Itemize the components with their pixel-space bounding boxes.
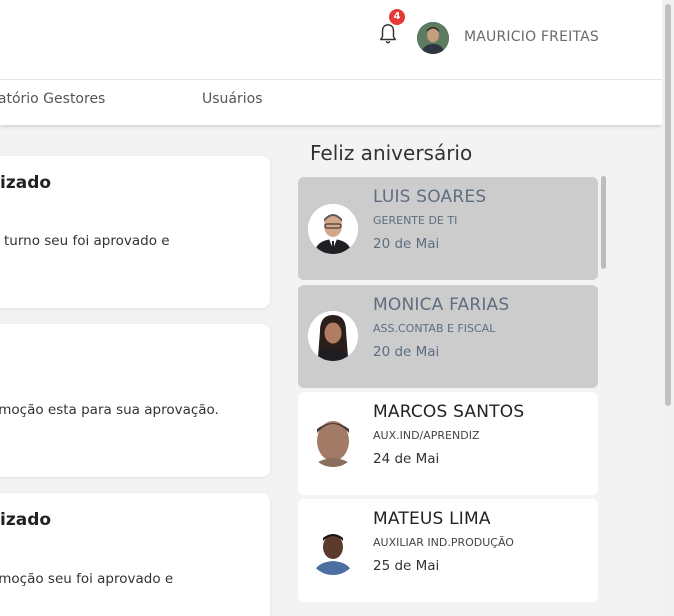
notification-text: omoção seu foi aprovado e: [0, 571, 174, 587]
birthday-card[interactable]: MARCOS SANTOS AUX.IND/APRENDIZ 24 de Mai: [298, 392, 598, 495]
person-role: AUX.IND/APRENDIZ: [373, 429, 480, 442]
nav-item-usuarios[interactable]: Usuários: [202, 91, 263, 107]
birthday-card[interactable]: LUIS SOARES GERENTE DE TI 20 de Mai: [298, 177, 598, 280]
birthday-date: 20 de Mai: [373, 344, 440, 360]
user-avatar[interactable]: [417, 22, 449, 54]
person-photo: [308, 525, 358, 575]
birthday-list-scrollbar[interactable]: [601, 176, 606, 269]
person-photo: [308, 311, 358, 361]
notification-badge: 4: [389, 9, 405, 25]
person-role: AUXILIAR IND.PRODUÇÃO: [373, 536, 514, 549]
notification-card[interactable]: izado turno seu foi aprovado e: [0, 156, 270, 308]
person-name: MATEUS LIMA: [373, 509, 491, 529]
person-photo: [308, 417, 358, 467]
main-nav: latório Gestores Usuários: [0, 80, 662, 125]
notification-card[interactable]: omoção esta para sua aprovação.: [0, 324, 270, 477]
notification-text: turno seu foi aprovado e: [4, 233, 170, 249]
birthday-section-title: Feliz aniversário: [310, 141, 473, 165]
birthday-card[interactable]: MONICA FARIAS ASS.CONTAB E FISCAL 20 de …: [298, 285, 598, 388]
person-role: GERENTE DE TI: [373, 214, 458, 227]
notification-title: izado: [0, 173, 52, 193]
person-name: MARCOS SANTOS: [373, 402, 525, 422]
birthday-date: 24 de Mai: [373, 451, 440, 467]
birthday-date: 25 de Mai: [373, 558, 440, 574]
notification-title: izado: [0, 510, 52, 530]
person-role: ASS.CONTAB E FISCAL: [373, 322, 496, 335]
user-name[interactable]: MAURICIO FREITAS: [464, 29, 599, 45]
person-name: MONICA FARIAS: [373, 295, 510, 315]
person-photo: [308, 204, 358, 254]
page-scrollbar-thumb[interactable]: [665, 4, 671, 406]
notification-card[interactable]: izado omoção seu foi aprovado e: [0, 493, 270, 616]
birthday-date: 20 de Mai: [373, 236, 440, 252]
birthday-card[interactable]: MATEUS LIMA AUXILIAR IND.PRODUÇÃO 25 de …: [298, 499, 598, 602]
nav-item-relatorio-gestores[interactable]: latório Gestores: [0, 91, 105, 107]
person-name: LUIS SOARES: [373, 187, 487, 207]
bell-icon[interactable]: [377, 22, 399, 48]
notification-text: omoção esta para sua aprovação.: [0, 402, 219, 418]
top-header: 4 MAURICIO FREITAS: [0, 0, 662, 80]
